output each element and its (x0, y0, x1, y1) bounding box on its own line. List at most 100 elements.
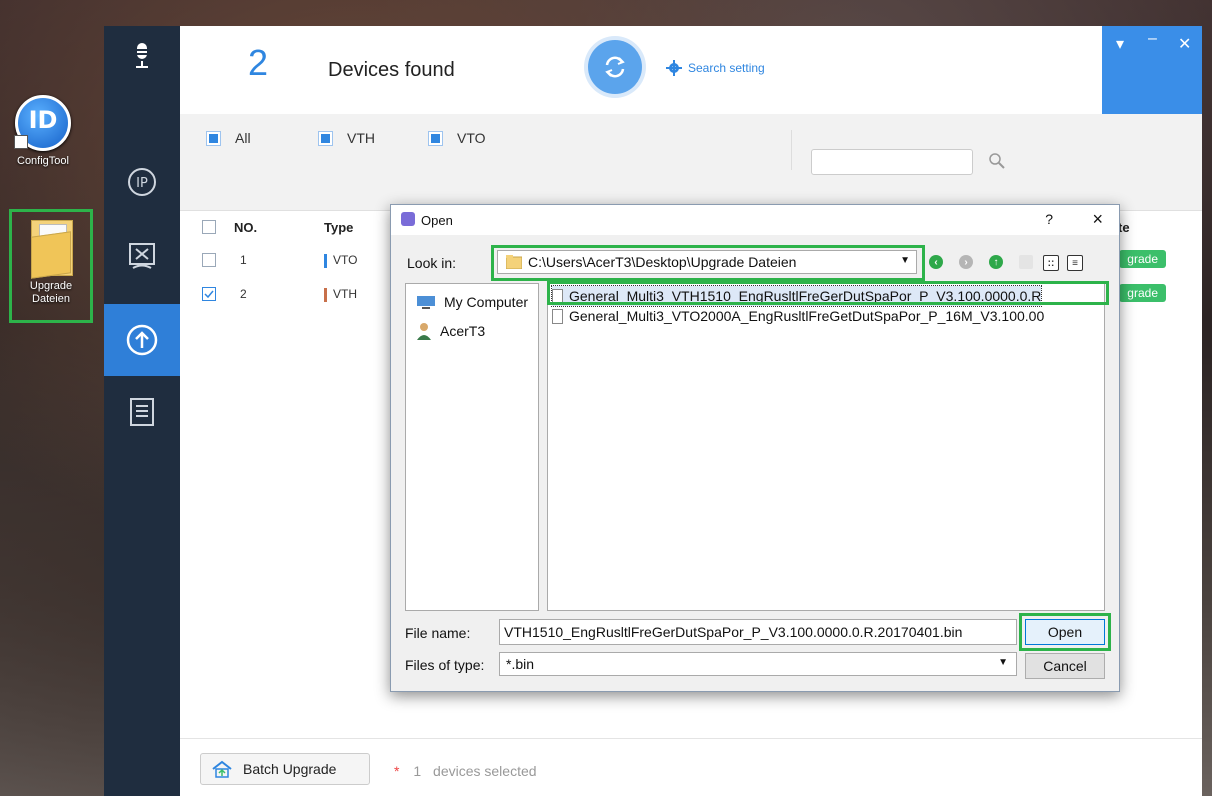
cancel-button[interactable]: Cancel (1025, 653, 1105, 679)
place-label: My Computer (444, 294, 529, 310)
filter-vto[interactable]: VTO (428, 130, 486, 146)
svg-text:IP: IP (136, 176, 148, 191)
file-icon (552, 308, 563, 324)
dialog-close-button[interactable]: × (1092, 209, 1103, 230)
window-controls: ▾ – ✕ (1102, 26, 1202, 114)
open-button[interactable]: Open (1025, 619, 1105, 645)
desktop-icon-label: ConfigTool (17, 155, 69, 167)
files-of-type-label: Files of type: (405, 657, 485, 673)
column-no: NO. (234, 220, 258, 235)
filter-bar: All VTH VTO (180, 114, 1202, 211)
filter-all-checkbox[interactable] (206, 130, 221, 146)
filter-vto-checkbox[interactable] (428, 130, 443, 146)
up-folder-icon[interactable]: ↑ (989, 255, 1003, 269)
place-my-computer[interactable]: My Computer (416, 294, 528, 310)
devices-found-label: Devices found (328, 59, 455, 81)
batch-upgrade-button[interactable]: Batch Upgrade (200, 753, 370, 785)
files-of-type-combobox[interactable]: *.bin ▼ (499, 652, 1017, 676)
folder-icon (31, 220, 73, 279)
dialog-title-bar: Open ? × (391, 205, 1119, 235)
selected-count: 1 (413, 763, 422, 779)
sidebar: IP (104, 26, 180, 796)
row-type: VTO (324, 253, 357, 268)
filter-vth-label: VTH (347, 130, 375, 146)
batch-upgrade-label: Batch Upgrade (243, 761, 337, 777)
search-input[interactable] (811, 149, 973, 175)
ip-icon: IP (128, 168, 156, 196)
type-color-bar (324, 253, 327, 268)
forward-icon[interactable]: › (959, 255, 973, 269)
user-icon (417, 323, 431, 340)
refresh-button[interactable] (588, 40, 642, 94)
detail-view-icon[interactable]: ≡ (1067, 255, 1083, 271)
required-star: * (394, 763, 400, 779)
row-type-label: VTH (333, 287, 357, 301)
file-name-label: File name: (405, 625, 471, 641)
filter-all[interactable]: All (206, 130, 251, 146)
sidebar-item-log[interactable] (104, 382, 180, 442)
close-icon[interactable]: ✕ (1178, 34, 1191, 54)
shortcut-arrow-icon (14, 135, 28, 149)
dialog-app-icon (401, 212, 415, 226)
help-button[interactable]: ? (1045, 211, 1053, 227)
desktop-background: ID ConfigTool Upgrade Dateien IP 2 Devic… (0, 0, 1212, 797)
file-name: General_Multi3_VTO2000A_EngRusltlFreGetD… (569, 308, 1045, 324)
tools-icon (129, 243, 155, 269)
sidebar-item-tools[interactable] (104, 226, 180, 286)
new-folder-icon[interactable] (1019, 255, 1033, 269)
type-color-bar (324, 287, 327, 302)
look-in-combobox[interactable]: C:\Users\AcerT3\Desktop\Upgrade Dateien … (497, 250, 917, 274)
select-all-checkbox[interactable] (202, 220, 216, 234)
search-icon[interactable] (988, 152, 1006, 170)
row-checkbox[interactable] (202, 287, 216, 301)
gear-icon (666, 60, 682, 76)
row-checkbox[interactable] (202, 253, 216, 267)
header: 2 Devices found Search setting ▾ – ✕ (180, 26, 1202, 115)
dialog-title: Open (421, 213, 453, 228)
footer: Batch Upgrade * 1 devices selected (180, 738, 1202, 797)
look-in-path: C:\Users\AcerT3\Desktop\Upgrade Dateien (528, 254, 797, 270)
selected-suffix: devices selected (433, 763, 537, 779)
minimize-icon[interactable]: – (1148, 30, 1157, 48)
selection-info: * 1 devices selected (394, 763, 537, 779)
house-upgrade-icon (212, 760, 232, 778)
column-type: Type (324, 220, 354, 235)
list-view-icon[interactable]: :: (1043, 255, 1059, 271)
search-setting-link[interactable]: Search setting (666, 60, 765, 76)
filter-vto-label: VTO (457, 130, 486, 146)
row-type-label: VTO (333, 253, 358, 267)
files-of-type-value: *.bin (506, 656, 535, 672)
sidebar-item-microphone[interactable] (104, 26, 180, 86)
upgrade-icon (126, 324, 158, 356)
desktop-icon-upgrade-folder[interactable]: Upgrade Dateien (9, 209, 93, 323)
folder-icon (506, 255, 522, 269)
places-sidebar: My Computer AcerT3 (405, 283, 539, 611)
search-setting-label: Search setting (688, 61, 765, 75)
place-user[interactable]: AcerT3 (416, 322, 485, 340)
menu-dropdown-icon[interactable]: ▾ (1116, 34, 1124, 54)
place-label: AcerT3 (440, 323, 486, 339)
chevron-down-icon: ▼ (900, 255, 910, 266)
checkmark-icon (204, 290, 214, 299)
sidebar-item-upgrade[interactable] (104, 304, 180, 376)
desktop-icon-label: Dateien (32, 293, 70, 305)
microphone-icon (136, 43, 148, 68)
row-no: 1 (240, 253, 247, 267)
look-in-label: Look in: (407, 255, 457, 271)
chevron-down-icon: ▼ (998, 657, 1008, 668)
desktop-icon-label: Upgrade (29, 280, 73, 292)
row-upgrade-button[interactable]: grade (1119, 284, 1166, 302)
list-item[interactable]: General_Multi3_VTO2000A_EngRusltlFreGetD… (552, 306, 1044, 326)
document-list-icon (130, 398, 154, 426)
file-name-input[interactable]: VTH1510_EngRusltlFreGerDutSpaPor_P_V3.10… (499, 619, 1017, 645)
desktop-icon-configtool[interactable]: ID ConfigTool (6, 95, 80, 168)
row-no: 2 (240, 287, 247, 301)
highlight-selected-file (547, 281, 1109, 305)
back-icon[interactable]: ‹ (929, 255, 943, 269)
open-file-dialog: Open ? × Look in: C:\Users\AcerT3\Deskto… (390, 204, 1120, 692)
refresh-icon (605, 56, 625, 78)
sidebar-item-ip[interactable]: IP (104, 152, 180, 212)
filter-vth[interactable]: VTH (318, 130, 375, 146)
filter-vth-checkbox[interactable] (318, 130, 333, 146)
row-upgrade-button[interactable]: grade (1119, 250, 1166, 268)
